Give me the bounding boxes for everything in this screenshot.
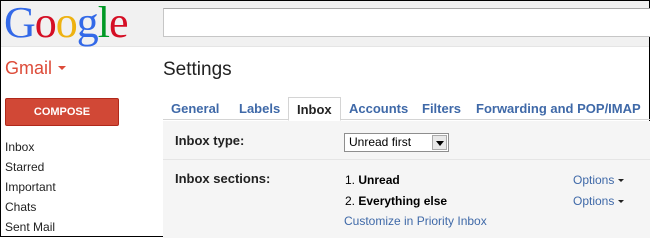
section-options-button[interactable]: Options <box>573 173 625 187</box>
tab-inbox[interactable]: Inbox <box>288 97 341 121</box>
app-name: Gmail <box>5 58 53 78</box>
inbox-type-select[interactable]: Unread first <box>344 133 449 152</box>
sidebar-item-chats[interactable]: Chats <box>5 197 56 217</box>
gmail-app-switcher[interactable]: Gmail <box>5 58 67 79</box>
tab-accounts[interactable]: Accounts <box>341 97 416 120</box>
inbox-type-row: Inbox type: Unread first <box>163 121 650 160</box>
tab-filters[interactable]: Filters <box>414 97 469 120</box>
section-name: Everything else <box>358 194 448 208</box>
chevron-down-icon <box>58 66 67 71</box>
google-logo[interactable]: Google <box>4 0 129 47</box>
tab-general[interactable]: General <box>163 97 227 120</box>
sidebar-nav: Inbox Starred Important Chats Sent Mail <box>5 137 56 237</box>
section-options-button[interactable]: Options <box>573 194 625 208</box>
logo-letter: o <box>55 0 78 47</box>
options-label: Options <box>573 194 615 208</box>
search-input[interactable] <box>163 8 650 37</box>
inbox-sections-label: Inbox sections: <box>175 171 271 186</box>
tab-labels[interactable]: Labels <box>231 97 288 120</box>
logo-letter: g <box>76 0 99 47</box>
top-bar: Google <box>1 0 650 47</box>
inbox-section-item: 2. Everything else <box>345 194 447 208</box>
compose-button[interactable]: COMPOSE <box>5 98 119 126</box>
logo-letter: l <box>97 0 110 47</box>
section-name: Unread <box>358 173 400 187</box>
dropdown-arrow-icon <box>432 135 447 150</box>
chevron-down-icon <box>618 179 625 183</box>
settings-tabs: General Labels Inbox Accounts Filters Fo… <box>163 97 650 121</box>
page-title: Settings <box>163 59 232 80</box>
chevron-down-icon <box>618 200 625 204</box>
logo-letter: e <box>109 0 129 47</box>
sidebar-item-sent-mail[interactable]: Sent Mail <box>5 217 56 237</box>
logo-letter: o <box>34 0 57 47</box>
inbox-type-label: Inbox type: <box>175 133 245 148</box>
options-label: Options <box>573 173 615 187</box>
tab-forwarding-pop-imap[interactable]: Forwarding and POP/IMAP <box>468 97 649 120</box>
customize-priority-inbox-link[interactable]: Customize in Priority Inbox <box>344 214 487 228</box>
inbox-section-item: 1. Unread <box>345 173 400 187</box>
section-number: 2. <box>345 194 356 208</box>
section-number: 1. <box>345 173 356 187</box>
sidebar-item-starred[interactable]: Starred <box>5 157 56 177</box>
inbox-type-value: Unread first <box>349 135 412 149</box>
inbox-settings-panel: Inbox type: Unread first Inbox sections:… <box>163 121 650 238</box>
sidebar-item-inbox[interactable]: Inbox <box>5 137 56 157</box>
sidebar-item-important[interactable]: Important <box>5 177 56 197</box>
logo-letter: G <box>4 0 36 47</box>
